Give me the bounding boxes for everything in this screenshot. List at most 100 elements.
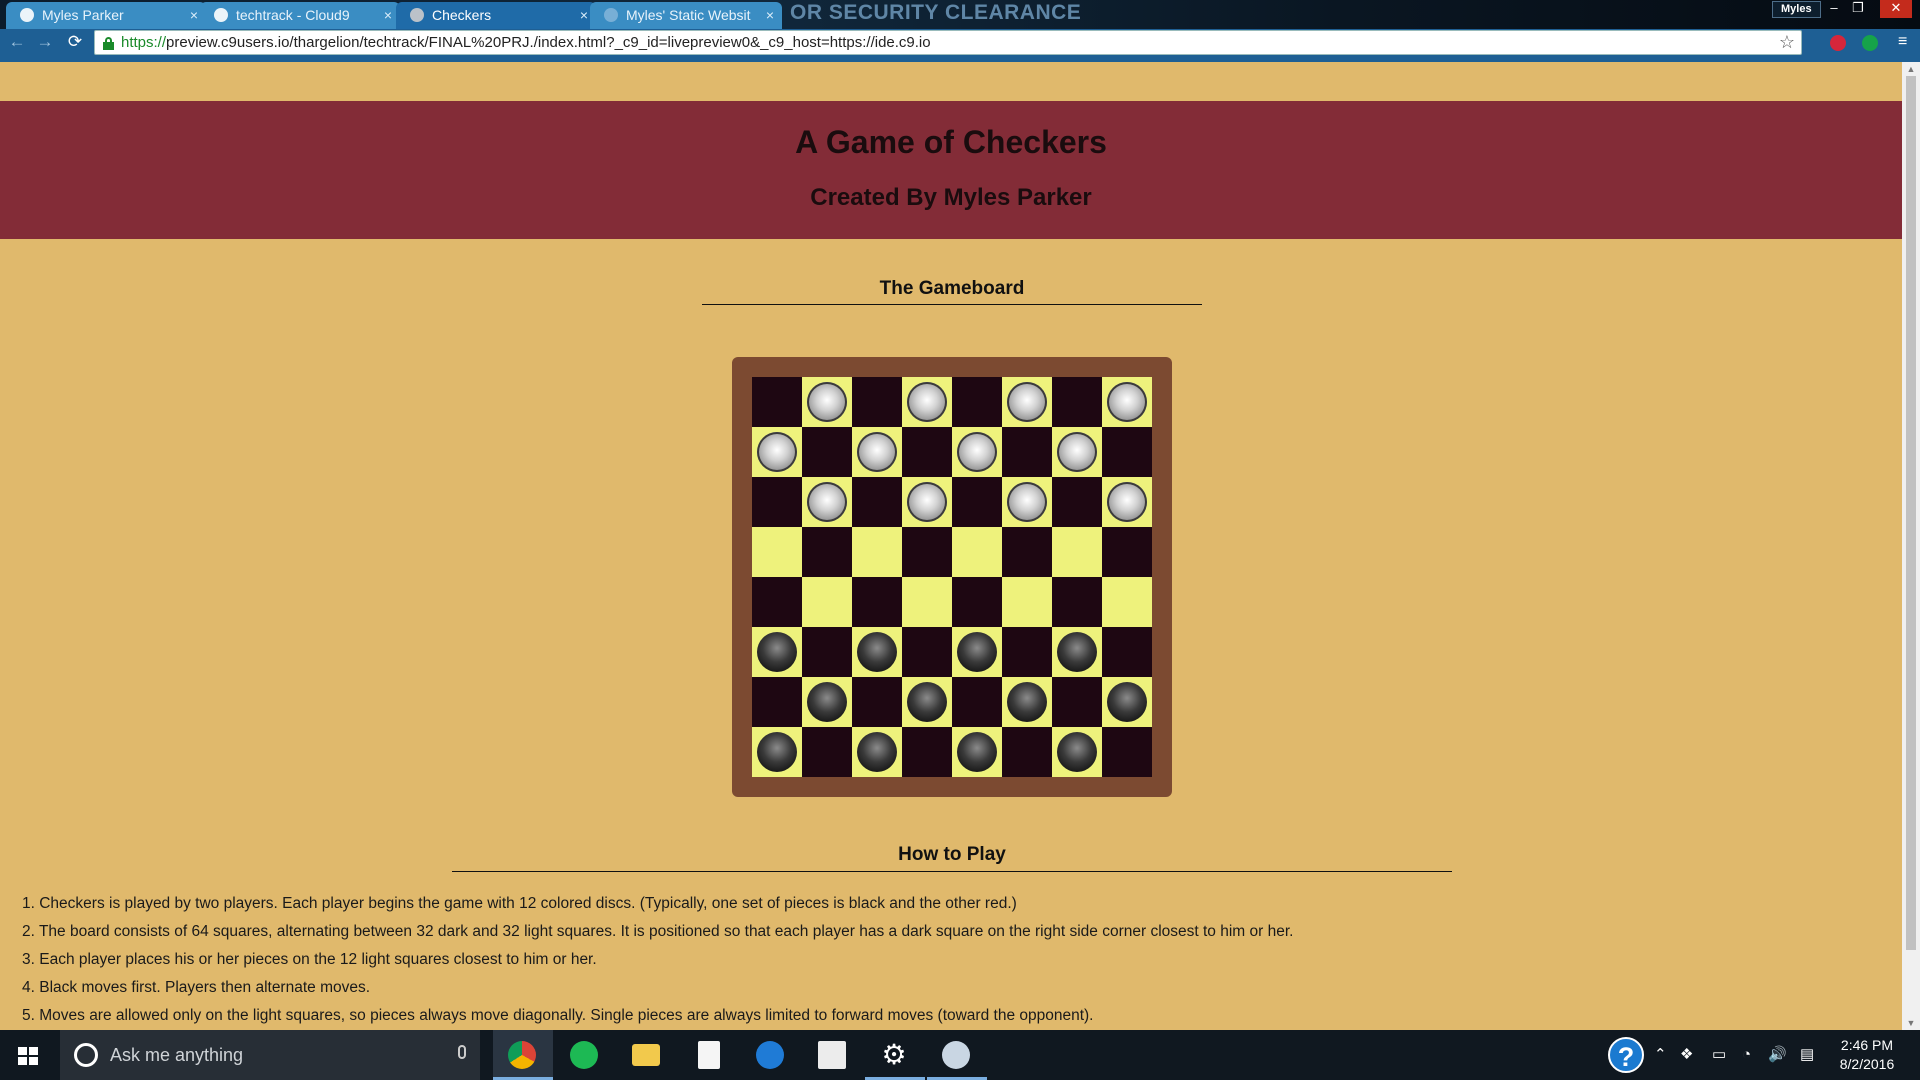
tab-close-icon[interactable]: × bbox=[190, 2, 198, 28]
board-square[interactable] bbox=[1102, 477, 1152, 527]
board-square[interactable] bbox=[1002, 727, 1052, 777]
board-square[interactable] bbox=[952, 527, 1002, 577]
white-checker-piece[interactable] bbox=[1107, 382, 1147, 422]
help-icon[interactable]: ? bbox=[1608, 1037, 1644, 1073]
board-square[interactable] bbox=[902, 627, 952, 677]
board-square[interactable] bbox=[1052, 577, 1102, 627]
board-square[interactable] bbox=[952, 677, 1002, 727]
board-square[interactable] bbox=[1102, 427, 1152, 477]
tab-techtrack-cloud9[interactable]: techtrack - Cloud9 × bbox=[200, 2, 400, 29]
cortana-search-box[interactable]: Ask me anything bbox=[60, 1030, 480, 1080]
close-window-icon[interactable]: ✕ bbox=[1880, 0, 1912, 18]
board-square[interactable] bbox=[952, 627, 1002, 677]
white-checker-piece[interactable] bbox=[807, 482, 847, 522]
menu-icon[interactable]: ≡ bbox=[1898, 33, 1912, 51]
board-square[interactable] bbox=[1002, 577, 1052, 627]
tab-close-icon[interactable]: × bbox=[384, 2, 392, 28]
board-square[interactable] bbox=[802, 527, 852, 577]
board-square[interactable] bbox=[1002, 677, 1052, 727]
black-checker-piece[interactable] bbox=[957, 632, 997, 672]
battery-icon[interactable]: ▭ bbox=[1712, 1030, 1726, 1080]
board-square[interactable] bbox=[852, 527, 902, 577]
board-square[interactable] bbox=[852, 577, 902, 627]
taskbar-chrome[interactable] bbox=[493, 1030, 553, 1080]
board-square[interactable] bbox=[752, 677, 802, 727]
minimize-icon[interactable]: – bbox=[1822, 0, 1846, 18]
show-hidden-icons-icon[interactable]: ⌃ bbox=[1654, 1030, 1667, 1080]
black-checker-piece[interactable] bbox=[857, 632, 897, 672]
board-square[interactable] bbox=[802, 377, 852, 427]
volume-icon[interactable]: 🔊 bbox=[1768, 1030, 1787, 1080]
board-square[interactable] bbox=[852, 477, 902, 527]
board-square[interactable] bbox=[752, 377, 802, 427]
tab-checkers[interactable]: Checkers × bbox=[396, 2, 596, 29]
board-square[interactable] bbox=[852, 377, 902, 427]
scroll-thumb[interactable] bbox=[1906, 76, 1916, 950]
board-square[interactable] bbox=[1102, 627, 1152, 677]
black-checker-piece[interactable] bbox=[907, 682, 947, 722]
scroll-up-icon[interactable]: ▲ bbox=[1902, 62, 1920, 76]
gameboard[interactable] bbox=[752, 377, 1152, 777]
restore-icon[interactable]: ❐ bbox=[1846, 0, 1870, 18]
board-square[interactable] bbox=[802, 427, 852, 477]
board-square[interactable] bbox=[1102, 677, 1152, 727]
board-square[interactable] bbox=[1002, 427, 1052, 477]
action-center-icon[interactable]: ▤ bbox=[1800, 1030, 1814, 1080]
board-square[interactable] bbox=[802, 577, 852, 627]
black-checker-piece[interactable] bbox=[857, 732, 897, 772]
board-square[interactable] bbox=[902, 377, 952, 427]
white-checker-piece[interactable] bbox=[857, 432, 897, 472]
vertical-scrollbar[interactable]: ▲ ▼ bbox=[1902, 62, 1920, 1030]
tab-close-icon[interactable]: × bbox=[580, 2, 588, 28]
board-square[interactable] bbox=[752, 427, 802, 477]
white-checker-piece[interactable] bbox=[1057, 432, 1097, 472]
black-checker-piece[interactable] bbox=[757, 732, 797, 772]
board-square[interactable] bbox=[902, 527, 952, 577]
taskbar-paint[interactable] bbox=[927, 1030, 987, 1080]
extension-icon[interactable] bbox=[1830, 35, 1846, 51]
board-square[interactable] bbox=[1002, 477, 1052, 527]
board-square[interactable] bbox=[902, 477, 952, 527]
board-square[interactable] bbox=[802, 477, 852, 527]
black-checker-piece[interactable] bbox=[1007, 682, 1047, 722]
dropbox-icon[interactable]: ❖ bbox=[1680, 1030, 1693, 1080]
board-square[interactable] bbox=[952, 427, 1002, 477]
forward-icon[interactable]: → bbox=[32, 29, 58, 55]
white-checker-piece[interactable] bbox=[907, 482, 947, 522]
board-square[interactable] bbox=[1052, 627, 1102, 677]
board-square[interactable] bbox=[852, 627, 902, 677]
white-checker-piece[interactable] bbox=[757, 432, 797, 472]
taskbar-spotify[interactable] bbox=[555, 1030, 615, 1080]
board-square[interactable] bbox=[952, 477, 1002, 527]
taskbar-edge[interactable] bbox=[741, 1030, 801, 1080]
board-square[interactable] bbox=[1102, 577, 1152, 627]
black-checker-piece[interactable] bbox=[1107, 682, 1147, 722]
reload-icon[interactable]: ⟳ bbox=[62, 29, 88, 55]
white-checker-piece[interactable] bbox=[907, 382, 947, 422]
board-square[interactable] bbox=[752, 477, 802, 527]
black-checker-piece[interactable] bbox=[757, 632, 797, 672]
tab-close-icon[interactable]: × bbox=[766, 2, 774, 28]
board-square[interactable] bbox=[752, 577, 802, 627]
board-square[interactable] bbox=[902, 677, 952, 727]
board-square[interactable] bbox=[1052, 727, 1102, 777]
tab-myles-parker[interactable]: Myles Parker × bbox=[6, 2, 206, 29]
board-square[interactable] bbox=[902, 577, 952, 627]
black-checker-piece[interactable] bbox=[957, 732, 997, 772]
board-square[interactable] bbox=[1002, 627, 1052, 677]
black-checker-piece[interactable] bbox=[1057, 632, 1097, 672]
board-square[interactable] bbox=[852, 677, 902, 727]
board-square[interactable] bbox=[902, 427, 952, 477]
address-bar[interactable]: https://preview.c9users.io/thargelion/te… bbox=[94, 30, 1802, 55]
board-square[interactable] bbox=[1002, 527, 1052, 577]
board-square[interactable] bbox=[1052, 677, 1102, 727]
board-square[interactable] bbox=[802, 627, 852, 677]
board-square[interactable] bbox=[1102, 727, 1152, 777]
taskbar-settings[interactable]: ⚙ bbox=[865, 1030, 925, 1080]
white-checker-piece[interactable] bbox=[1007, 382, 1047, 422]
taskbar-document[interactable] bbox=[679, 1030, 739, 1080]
taskbar-file-explorer[interactable] bbox=[617, 1030, 677, 1080]
board-square[interactable] bbox=[802, 727, 852, 777]
microphone-icon[interactable] bbox=[458, 1045, 466, 1059]
board-square[interactable] bbox=[752, 527, 802, 577]
